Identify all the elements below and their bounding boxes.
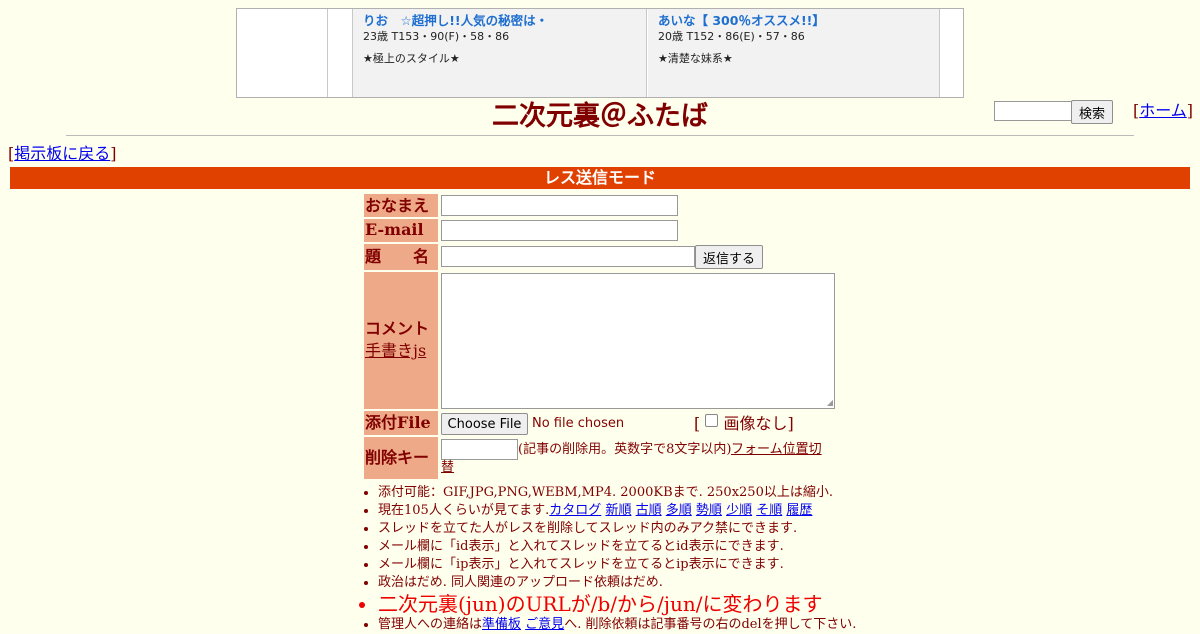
sort-momentum-link[interactable]: 勢順: [696, 503, 722, 518]
sort-many-link[interactable]: 多順: [666, 503, 692, 518]
choose-file-button[interactable]: Choose File: [441, 413, 528, 435]
comment-textarea[interactable]: ◢: [441, 273, 835, 409]
sort-old-link[interactable]: 古順: [636, 503, 662, 518]
name-label: おなまえ: [364, 194, 438, 217]
rule-ip-display: メール欄に「ip表示」と入れてスレッドを立てるとip表示にできます.: [378, 556, 856, 574]
sort-few-link[interactable]: 少順: [726, 503, 752, 518]
ad-blank-cell: [328, 9, 353, 97]
subject-label: 題 名: [364, 244, 438, 270]
rule-url-change: 二次元裏(jun)のURLが/b/から/jun/に変わります: [378, 592, 856, 616]
rule-thread-owner: スレッドを立てた人がレスを削除してスレッド内のみアク禁にできます.: [378, 520, 856, 538]
rule-id-display: メール欄に「id表示」と入れてスレッドを立てるとid表示にできます.: [378, 538, 856, 556]
no-image-option: [ 画像なし]: [694, 414, 794, 434]
home-link[interactable]: ホーム: [1139, 101, 1187, 120]
sort-so-link[interactable]: そ順: [756, 503, 782, 518]
form-position-wrapper: フォーム位置切替: [441, 441, 831, 477]
ad-title[interactable]: りお ☆超押し!!人気の秘密は・: [363, 13, 646, 29]
rules-list: 添付可能：GIF,JPG,PNG,WEBM,MP4. 2000KBまで. 250…: [358, 484, 856, 634]
ad-meta: 23歳 T153・90(F)・58・86: [363, 30, 510, 43]
ad-desc: ★清楚な妹系★: [658, 52, 733, 65]
home-link-wrapper: [ホーム]: [1133, 101, 1194, 120]
ad-item[interactable]: あいな【 300％オススメ!!】 20歳 T152・86(E)・57・86 ★清…: [648, 9, 940, 97]
sort-new-link[interactable]: 新順: [605, 503, 631, 518]
ad-desc: ★極上のスタイル★: [363, 52, 460, 65]
history-link[interactable]: 履歴: [786, 503, 812, 518]
rule-politics: 政治はだめ. 同人関連のアップロード依頼はだめ.: [378, 574, 856, 592]
email-label: E-mail: [364, 219, 438, 242]
bracket: [: [694, 414, 701, 433]
mode-bar: レス送信モード: [10, 167, 1190, 189]
rule-viewers: 現在105人くらいが見てます.カタログ 新順 古順 多順 勢順 少順 そ順 履歴: [378, 502, 856, 520]
search-input[interactable]: [994, 101, 1076, 121]
no-file-text: No file chosen: [532, 416, 625, 431]
catalog-link[interactable]: カタログ: [549, 503, 601, 518]
ad-meta: 20歳 T152・86(E)・57・86: [658, 30, 805, 43]
ad-blank-cell: [237, 9, 328, 97]
comment-label-cell: コメント 手書きjs: [364, 272, 438, 409]
ad-item[interactable]: りお ☆超押し!!人気の秘密は・ 23歳 T153・90(F)・58・86 ★極…: [353, 9, 647, 97]
no-image-label: 画像なし: [723, 414, 788, 433]
file-label: 添付File: [364, 411, 438, 435]
name-field[interactable]: [441, 195, 678, 216]
delete-key-label: 削除キー: [364, 437, 438, 479]
back-link-wrapper: [掲示板に戻る]: [8, 144, 117, 163]
rule-attach: 添付可能：GIF,JPG,PNG,WEBM,MP4. 2000KBまで. 250…: [378, 484, 856, 502]
ad-banner: りお ☆超押し!!人気の秘密は・ 23歳 T153・90(F)・58・86 ★極…: [236, 8, 964, 98]
form-position-link[interactable]: フォーム位置切替: [441, 442, 822, 475]
subject-field[interactable]: [441, 246, 695, 267]
bracket: ]: [787, 414, 794, 433]
viewers-text: 現在105人くらいが見てます.: [378, 503, 550, 518]
no-image-checkbox[interactable]: [705, 414, 719, 427]
divider: [66, 135, 1134, 136]
back-to-board-link[interactable]: 掲示板に戻る: [14, 144, 110, 163]
submit-reply-button[interactable]: 返信する: [695, 245, 763, 269]
ad-title[interactable]: あいな【 300％オススメ!!】: [658, 13, 939, 29]
email-field[interactable]: [441, 220, 678, 241]
rule-contact: 管理人への連絡は準備板 ご意見へ. 削除依頼は記事番号の右のdelを押して下さい…: [378, 616, 856, 634]
search-button[interactable]: 検索: [1071, 100, 1113, 124]
comment-label: コメント: [365, 319, 430, 338]
resize-handle-icon[interactable]: ◢: [827, 399, 833, 407]
handwrite-link[interactable]: 手書きjs: [365, 341, 426, 361]
